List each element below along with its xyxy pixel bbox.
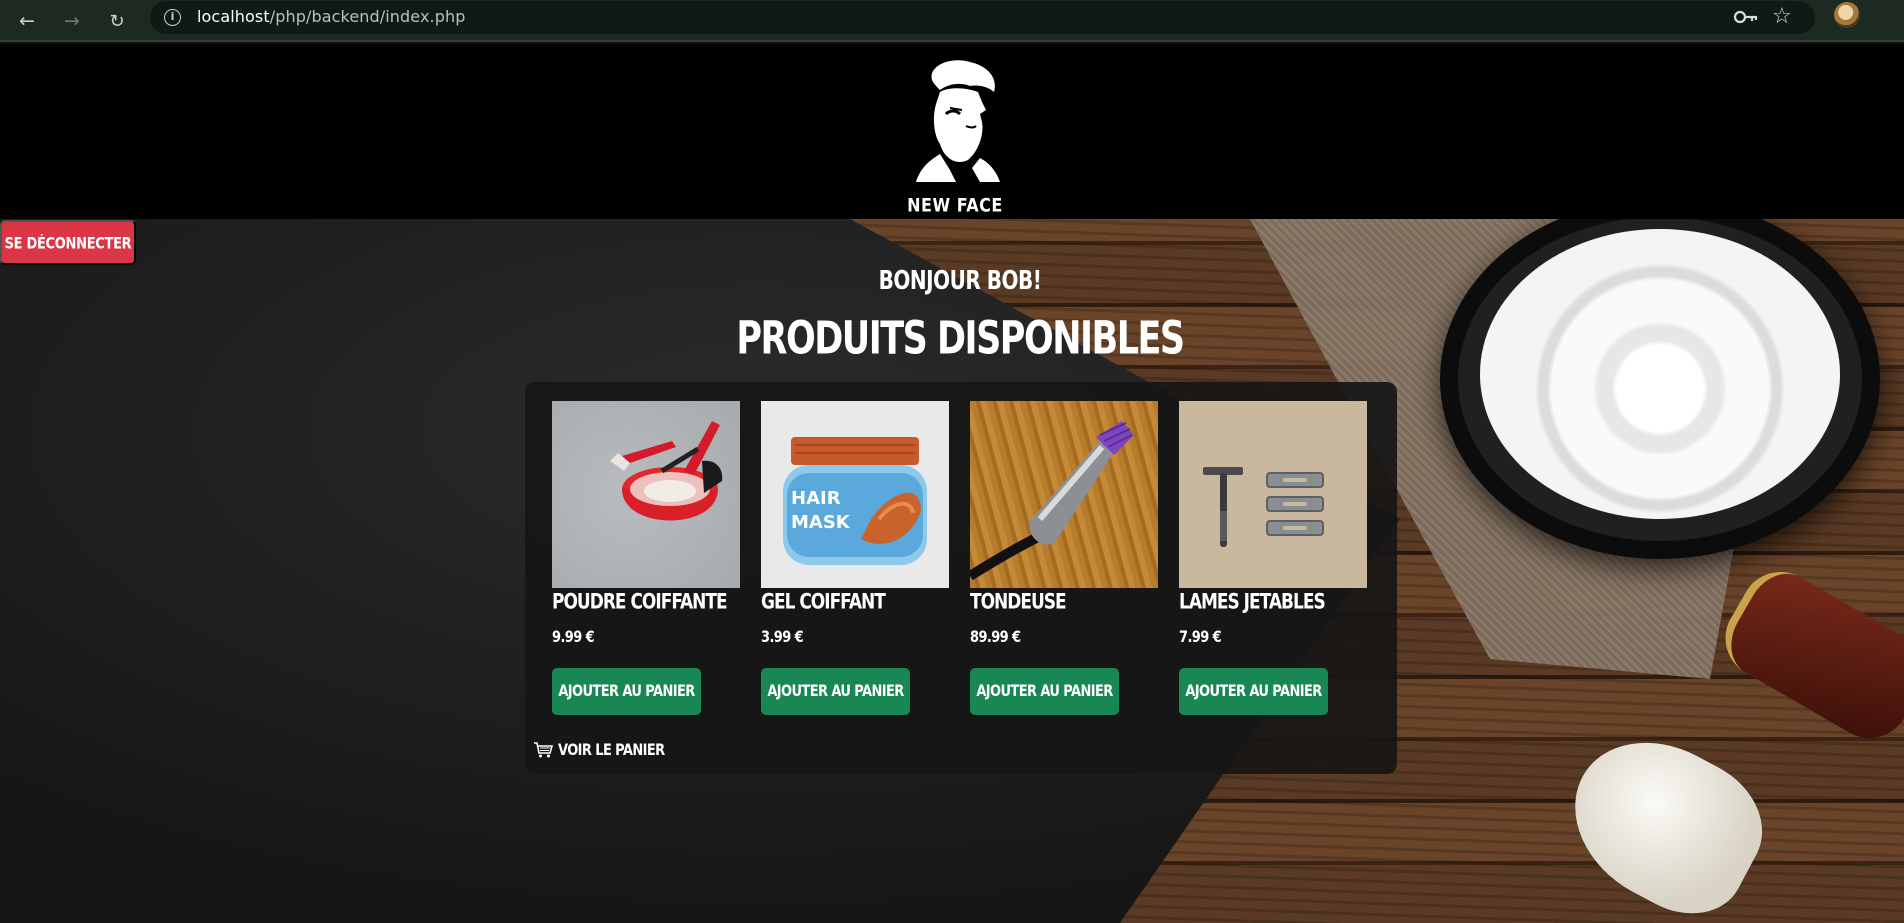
product-name: GEL COIFFANT	[761, 589, 886, 615]
product-card: HAIR MASK GEL COIFFANT 3.99 € AJOUTER AU…	[761, 401, 949, 715]
product-price: 89.99 €	[970, 628, 1021, 647]
shaving-brush-image	[1545, 713, 1785, 923]
product-price: 9.99 €	[552, 628, 595, 647]
url-text[interactable]: localhost/php/backend/index.php	[197, 7, 465, 26]
site-info-icon[interactable]: i	[164, 9, 181, 26]
url-host: localhost	[197, 7, 270, 26]
url-path: /php/backend/index.php	[269, 7, 466, 26]
profile-avatar[interactable]	[1834, 2, 1860, 28]
star-icon[interactable]: ☆	[1772, 4, 1792, 29]
page-title: PRODUITS DISPONIBLES	[736, 313, 1185, 365]
product-name: POUDRE COIFFANTE	[552, 589, 728, 615]
safety-razor-illustration	[1203, 467, 1324, 547]
brush-bristles	[1545, 713, 1785, 923]
view-cart-label: VOIR LE PANIER	[558, 740, 665, 760]
reload-icon[interactable]: ↻	[102, 6, 132, 36]
add-to-cart-button[interactable]: AJOUTER AU PANIER	[1179, 668, 1328, 715]
address-bar[interactable]: i localhost/php/backend/index.php ☆	[150, 1, 1815, 34]
product-image-razor-blades	[1179, 401, 1367, 588]
add-to-cart-button[interactable]: AJOUTER AU PANIER	[970, 668, 1119, 715]
product-price: 7.99 €	[1179, 628, 1222, 647]
product-card: LAMES JETABLES 7.99 € AJOUTER AU PANIER	[1179, 401, 1367, 715]
product-card: TONDEUSE 89.99 € AJOUTER AU PANIER	[970, 401, 1158, 715]
site-header: NEW FACE BARBER	[0, 44, 1904, 238]
key-icon[interactable]	[1732, 5, 1760, 29]
brand-logo[interactable]: NEW FACE BARBER	[880, 58, 1030, 238]
add-to-cart-button[interactable]: AJOUTER AU PANIER	[552, 668, 701, 715]
browser-toolbar: ← → ↻ i localhost/php/backend/index.php …	[0, 0, 1904, 42]
greeting-text: BONJOUR BOB!	[878, 264, 1042, 296]
back-arrow-icon[interactable]: ←	[12, 6, 42, 36]
barber-head-icon	[916, 60, 1000, 182]
dye-bowl-illustration	[610, 421, 723, 521]
hair-clipper-illustration	[970, 421, 1134, 581]
hair-mask-jar-illustration: HAIR MASK	[783, 437, 927, 565]
product-image-gel: HAIR MASK	[761, 401, 949, 588]
hair-mask-label-line2: MASK	[791, 512, 851, 533]
add-to-cart-button[interactable]: AJOUTER AU PANIER	[761, 668, 910, 715]
product-name: LAMES JETABLES	[1179, 589, 1326, 615]
hair-mask-label-line1: HAIR	[791, 488, 841, 509]
product-card: POUDRE COIFFANTE 9.99 € AJOUTER AU PANIE…	[552, 401, 740, 715]
logout-button[interactable]: SE DÉCONNECTER	[0, 220, 136, 265]
product-image-styling-powder	[552, 401, 740, 588]
view-cart-link[interactable]: VOIR LE PANIER	[533, 740, 665, 760]
product-image-clipper	[970, 401, 1158, 588]
product-list: POUDRE COIFFANTE 9.99 € AJOUTER AU PANIE…	[525, 382, 1397, 774]
forward-arrow-icon[interactable]: →	[57, 6, 87, 36]
cart-icon	[534, 742, 553, 758]
product-price: 3.99 €	[761, 628, 804, 647]
product-name: TONDEUSE	[970, 589, 1067, 615]
